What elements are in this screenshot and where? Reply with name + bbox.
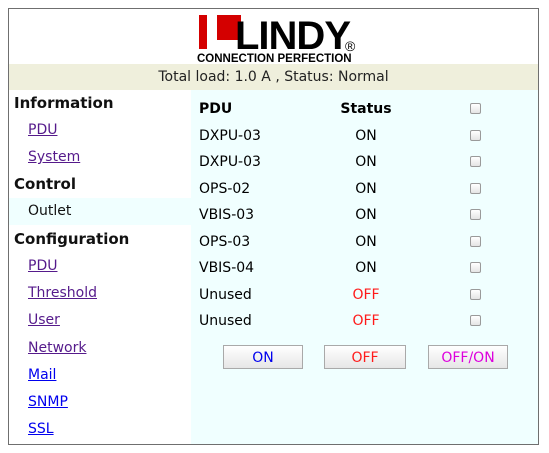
outlet-control-panel: PDU Status DXPU-03 ON DXPU-03 ON OPS-02 … bbox=[191, 90, 538, 444]
outlet-checkbox[interactable] bbox=[470, 289, 481, 300]
outlet-checkbox[interactable] bbox=[470, 156, 481, 167]
select-all-checkbox[interactable] bbox=[470, 103, 481, 114]
sidebar-item-user[interactable]: User bbox=[9, 307, 210, 334]
sidebar-heading-configuration: Configuration bbox=[14, 230, 130, 248]
outlet-name: Unused bbox=[199, 313, 252, 329]
sidebar-item-config-pdu[interactable]: PDU bbox=[9, 253, 210, 280]
off-on-button[interactable]: OFF/ON bbox=[428, 345, 508, 369]
outlet-checkbox[interactable] bbox=[470, 262, 481, 273]
header: LINDY ® CONNECTION PERFECTION bbox=[9, 9, 538, 64]
outlet-status: ON bbox=[355, 154, 377, 170]
sidebar-item-outlet[interactable]: Outlet bbox=[9, 198, 210, 225]
sidebar-item-threshold[interactable]: Threshold bbox=[9, 280, 210, 307]
table-row: DXPU-03 ON bbox=[191, 123, 538, 149]
sidebar-heading-control: Control bbox=[14, 175, 77, 193]
outlet-name: DXPU-03 bbox=[199, 128, 261, 144]
pdu-web-panel: LINDY ® CONNECTION PERFECTION Total load… bbox=[8, 8, 539, 445]
outlet-status: ON bbox=[355, 260, 377, 276]
table-row: OPS-03 ON bbox=[191, 229, 538, 255]
outlet-status: OFF bbox=[352, 287, 380, 303]
off-button[interactable]: OFF bbox=[324, 345, 406, 369]
table-row: VBIS-04 ON bbox=[191, 255, 538, 281]
table-row: OPS-02 ON bbox=[191, 176, 538, 202]
outlet-status: ON bbox=[355, 128, 377, 144]
outlet-name: OPS-03 bbox=[199, 234, 251, 250]
table-header: PDU Status bbox=[191, 96, 538, 122]
lindy-logo: LINDY ® CONNECTION PERFECTION bbox=[197, 14, 356, 63]
outlet-name: OPS-02 bbox=[199, 181, 251, 197]
sidebar-item-ssl[interactable]: SSL bbox=[9, 416, 210, 443]
outlet-checkbox[interactable] bbox=[470, 183, 481, 194]
logo-wordmark: LINDY bbox=[235, 14, 351, 58]
outlet-name: DXPU-03 bbox=[199, 154, 261, 170]
sidebar-item-snmp[interactable]: SNMP bbox=[9, 389, 210, 416]
outlet-checkbox[interactable] bbox=[470, 130, 481, 141]
outlet-name: VBIS-04 bbox=[199, 260, 255, 276]
outlet-status: ON bbox=[355, 207, 377, 223]
outlet-name: Unused bbox=[199, 287, 252, 303]
column-header-status: Status bbox=[340, 101, 392, 117]
status-line: Total load: 1.0 A , Status: Normal bbox=[9, 64, 538, 90]
sidebar-item-system[interactable]: System bbox=[9, 144, 210, 171]
outlet-name: VBIS-03 bbox=[199, 207, 255, 223]
table-row: DXPU-03 ON bbox=[191, 149, 538, 175]
logo-tagline: CONNECTION PERFECTION bbox=[197, 53, 352, 63]
outlet-checkbox[interactable] bbox=[470, 315, 481, 326]
table-row: Unused OFF bbox=[191, 308, 538, 334]
on-button[interactable]: ON bbox=[223, 345, 303, 369]
sidebar-item-network[interactable]: Network bbox=[9, 335, 210, 362]
logo-registered: ® bbox=[345, 38, 356, 54]
sidebar-item-info-pdu[interactable]: PDU bbox=[9, 117, 210, 144]
sidebar: Information PDU System Control Outlet Co… bbox=[9, 90, 210, 444]
outlet-status: OFF bbox=[352, 313, 380, 329]
outlet-status: ON bbox=[355, 181, 377, 197]
outlet-checkbox[interactable] bbox=[470, 236, 481, 247]
outlet-status: ON bbox=[355, 234, 377, 250]
table-row: VBIS-03 ON bbox=[191, 202, 538, 228]
sidebar-item-mail[interactable]: Mail bbox=[9, 362, 210, 389]
outlet-checkbox[interactable] bbox=[470, 209, 481, 220]
sidebar-heading-information: Information bbox=[14, 94, 114, 112]
column-header-pdu: PDU bbox=[199, 101, 233, 117]
table-row: Unused OFF bbox=[191, 282, 538, 308]
